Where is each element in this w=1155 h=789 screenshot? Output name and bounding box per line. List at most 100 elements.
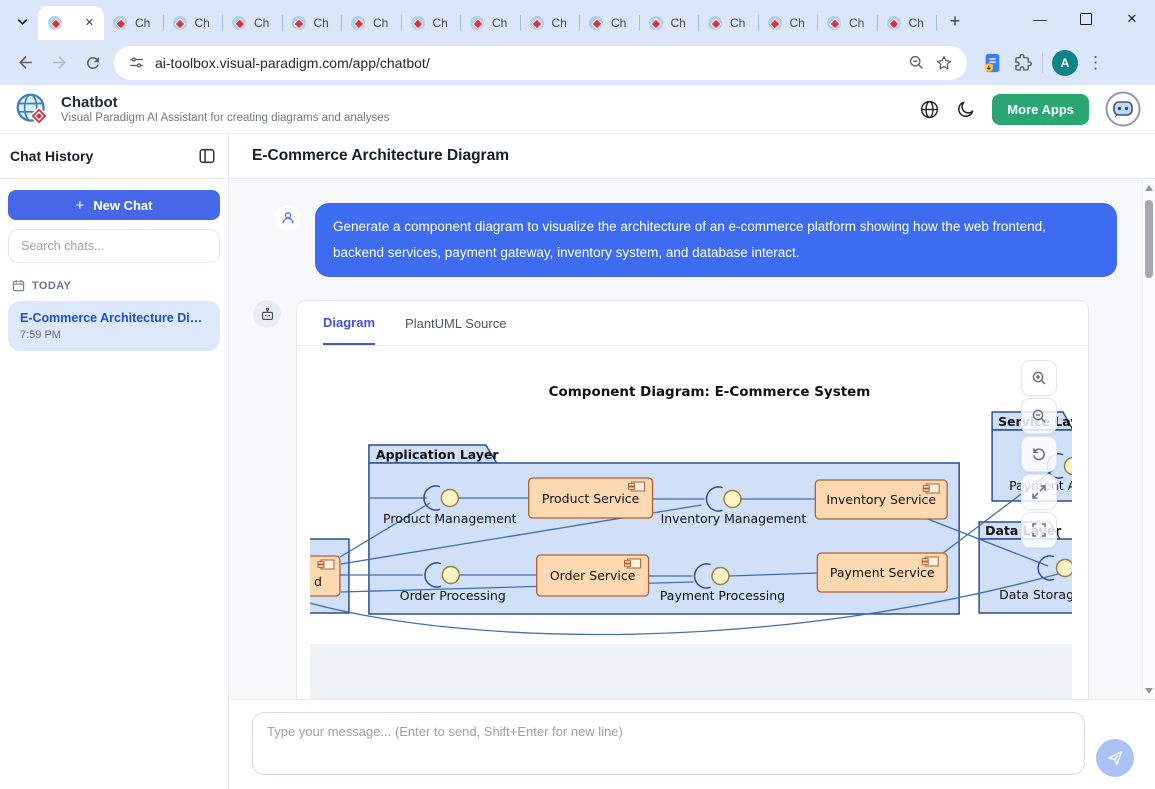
fit-screen-button[interactable] bbox=[1021, 512, 1057, 548]
reload-icon bbox=[84, 54, 102, 72]
zoom-out-icon bbox=[1031, 408, 1047, 424]
visual-paradigm-favicon bbox=[351, 16, 365, 30]
browser-tab[interactable]: Ch bbox=[283, 6, 343, 40]
browser-tab[interactable]: Ch bbox=[461, 6, 521, 40]
more-apps-button[interactable]: More Apps bbox=[992, 94, 1089, 125]
maximize-icon bbox=[1080, 13, 1092, 25]
window-close-button[interactable]: ✕ bbox=[1109, 0, 1155, 38]
browser-tab[interactable]: Ch bbox=[402, 6, 462, 40]
browser-tab[interactable]: Ch bbox=[164, 6, 224, 40]
inventory-management-label: Inventory Management bbox=[661, 511, 807, 526]
visual-paradigm-favicon bbox=[113, 16, 127, 30]
reset-rotate-icon bbox=[1031, 446, 1047, 462]
extensions-puzzle-icon[interactable] bbox=[1012, 52, 1033, 73]
scroll-up-arrow-icon[interactable] bbox=[1145, 185, 1153, 191]
payment-service-label: Payment Service bbox=[830, 565, 935, 580]
order-service-label: Order Service bbox=[550, 568, 636, 583]
window-minimize-button[interactable]: — bbox=[1017, 0, 1063, 38]
zoom-out-button[interactable] bbox=[1021, 398, 1057, 434]
user-avatar bbox=[275, 205, 301, 231]
scroll-down-arrow-icon[interactable] bbox=[1145, 688, 1153, 694]
visual-paradigm-favicon bbox=[292, 16, 306, 30]
forward-arrow-icon bbox=[50, 53, 69, 72]
chatbot-avatar-icon[interactable] bbox=[1105, 91, 1141, 127]
visual-paradigm-favicon bbox=[232, 16, 246, 30]
zoom-in-icon bbox=[1031, 370, 1047, 386]
main-content: E-Commerce Architecture Diagram Generate… bbox=[230, 134, 1155, 789]
browser-tab[interactable]: Ch bbox=[521, 6, 581, 40]
expand-arrows-icon bbox=[1031, 484, 1047, 500]
send-plane-icon bbox=[1106, 749, 1124, 767]
browser-tab[interactable]: Ch bbox=[342, 6, 402, 40]
minimize-icon: — bbox=[1034, 12, 1047, 27]
chat-history-item-selected[interactable]: E-Commerce Architecture Diagr... 7:59 PM bbox=[8, 301, 220, 351]
chat-scrollbar[interactable] bbox=[1142, 179, 1155, 700]
tab-plantuml-source[interactable]: PlantUML Source bbox=[405, 301, 506, 345]
visual-paradigm-favicon bbox=[649, 16, 663, 30]
send-button[interactable] bbox=[1096, 739, 1134, 777]
browser-tab[interactable]: Ch bbox=[104, 6, 164, 40]
plus-icon: + bbox=[950, 11, 961, 32]
bookmark-star-icon[interactable] bbox=[935, 54, 953, 72]
active-tab[interactable]: ✕ bbox=[38, 6, 104, 40]
scrollbar-thumb[interactable] bbox=[1145, 200, 1153, 278]
app-header: Chatbot Visual Paradigm AI Assistant for… bbox=[0, 85, 1155, 134]
diagram-canvas[interactable]: Component Diagram: E-Commerce System App… bbox=[310, 346, 1072, 700]
forward-button[interactable] bbox=[42, 46, 76, 80]
site-settings-icon[interactable] bbox=[128, 54, 145, 71]
chat-message-area[interactable]: Generate a component diagram to visualiz… bbox=[230, 179, 1155, 700]
visual-paradigm-favicon bbox=[411, 16, 425, 30]
browser-profile-avatar[interactable]: A bbox=[1052, 50, 1078, 76]
browser-tab[interactable]: Ch bbox=[699, 6, 759, 40]
sidebar-title: Chat History bbox=[10, 148, 93, 164]
browser-tab[interactable]: Ch bbox=[759, 6, 819, 40]
browser-tab[interactable]: Ch bbox=[223, 6, 283, 40]
tab-diagram[interactable]: Diagram bbox=[323, 301, 375, 345]
tab-search-button[interactable] bbox=[8, 7, 36, 35]
message-input[interactable] bbox=[252, 712, 1085, 775]
browser-menu-icon[interactable]: ⋮ bbox=[1087, 53, 1104, 73]
address-bar[interactable]: ai-toolbox.visual-paradigm.com/app/chatb… bbox=[114, 46, 967, 80]
expand-button[interactable] bbox=[1021, 474, 1057, 510]
new-tab-button[interactable]: + bbox=[941, 7, 969, 35]
reading-mode-extension-icon[interactable] bbox=[981, 52, 1003, 74]
app-header-actions: More Apps bbox=[919, 91, 1141, 127]
dark-mode-moon-icon[interactable] bbox=[956, 99, 976, 119]
url-text[interactable]: ai-toolbox.visual-paradigm.com/app/chatb… bbox=[155, 55, 430, 71]
robot-icon bbox=[259, 306, 276, 323]
diagram-viewer: Component Diagram: E-Commerce System App… bbox=[297, 346, 1088, 700]
browser-tab[interactable]: Ch bbox=[640, 6, 700, 40]
toolbar-right: A ⋮ bbox=[981, 50, 1104, 76]
language-globe-icon[interactable] bbox=[919, 99, 940, 120]
zoom-out-indicator-icon[interactable] bbox=[908, 54, 925, 71]
result-tabs: Diagram PlantUML Source bbox=[297, 301, 1088, 346]
chat-item-title: E-Commerce Architecture Diagr... bbox=[20, 311, 208, 325]
visual-paradigm-favicon bbox=[827, 16, 841, 30]
web-frontend-clipped-label: d bbox=[314, 574, 322, 589]
browser-tab[interactable]: Ch bbox=[580, 6, 640, 40]
app-title: Chatbot bbox=[61, 94, 389, 111]
visual-paradigm-favicon bbox=[887, 16, 901, 30]
plus-icon: + bbox=[76, 197, 85, 214]
reset-view-button[interactable] bbox=[1021, 436, 1057, 472]
reload-button[interactable] bbox=[76, 46, 110, 80]
diagram-image-container: Component Diagram: E-Commerce System App… bbox=[310, 346, 1072, 644]
order-processing-label: Order Processing bbox=[400, 588, 506, 603]
search-chats-input[interactable] bbox=[8, 229, 220, 263]
back-button[interactable] bbox=[8, 46, 42, 80]
collapse-sidebar-icon[interactable] bbox=[198, 147, 216, 165]
new-chat-button[interactable]: + New Chat bbox=[8, 190, 220, 220]
close-tab-icon[interactable]: ✕ bbox=[85, 18, 94, 29]
visual-paradigm-favicon bbox=[48, 16, 62, 30]
visual-paradigm-favicon bbox=[530, 16, 544, 30]
sidebar-body: + New Chat TODAY E-Commerce Architecture… bbox=[0, 179, 228, 362]
window-maximize-button[interactable] bbox=[1063, 0, 1109, 38]
conversation-title: E-Commerce Architecture Diagram bbox=[252, 147, 509, 165]
back-arrow-icon bbox=[16, 53, 35, 72]
calendar-icon bbox=[12, 279, 25, 292]
browser-tab[interactable]: Ch bbox=[818, 6, 878, 40]
zoom-in-button[interactable] bbox=[1021, 360, 1057, 396]
browser-tab[interactable]: Ch bbox=[878, 6, 938, 40]
close-icon: ✕ bbox=[1127, 11, 1138, 27]
visual-paradigm-logo bbox=[14, 91, 51, 128]
